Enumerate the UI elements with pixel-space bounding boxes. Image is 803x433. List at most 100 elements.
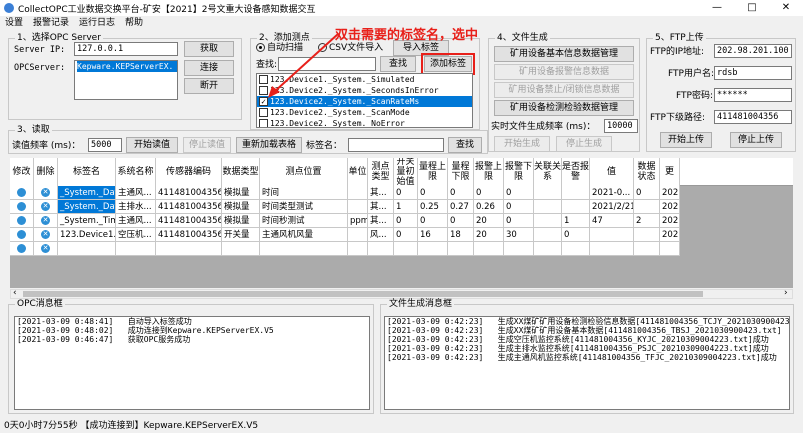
edit-icon[interactable] xyxy=(17,230,26,239)
table-cell[interactable]: 0 xyxy=(394,186,418,200)
column-header[interactable]: 更 xyxy=(660,158,680,186)
column-header[interactable]: 测点位置 xyxy=(260,158,348,186)
table-cell[interactable] xyxy=(534,242,562,256)
table-cell[interactable]: _System._Dat... xyxy=(58,186,116,200)
delete-cell[interactable]: ✕ xyxy=(34,200,58,214)
table-cell[interactable] xyxy=(260,242,348,256)
column-header[interactable]: 是否报警 xyxy=(562,158,590,186)
table-cell[interactable] xyxy=(534,214,562,228)
table-cell[interactable] xyxy=(222,242,260,256)
table-cell[interactable] xyxy=(534,200,562,214)
maximize-button[interactable]: □ xyxy=(735,0,769,16)
stop-upload-button[interactable]: 停止上传 xyxy=(730,132,782,148)
menu-help[interactable]: 帮助 xyxy=(120,16,148,30)
table-cell[interactable]: 1 xyxy=(562,214,590,228)
table-cell[interactable]: ppm xyxy=(348,214,368,228)
column-header[interactable]: 开关量初始值 xyxy=(394,158,418,186)
connect-button[interactable]: 连接 xyxy=(184,60,234,76)
column-header[interactable]: 值 xyxy=(590,158,634,186)
column-header[interactable]: 修改 xyxy=(10,158,34,186)
delete-icon[interactable]: ✕ xyxy=(41,216,50,225)
table-cell[interactable]: 20 xyxy=(474,228,504,242)
table-cell[interactable]: 0 xyxy=(418,186,448,200)
edit-cell[interactable] xyxy=(10,186,34,200)
table-cell[interactable]: 主通风... xyxy=(116,186,156,200)
tagname-search-input[interactable] xyxy=(348,138,444,152)
table-cell[interactable]: 空压机... xyxy=(116,228,156,242)
table-cell[interactable] xyxy=(348,242,368,256)
table-cell[interactable] xyxy=(394,242,418,256)
disconnect-button[interactable]: 断开 xyxy=(184,78,234,94)
points-search-button[interactable]: 查找 xyxy=(380,56,416,72)
table-cell[interactable]: 0 xyxy=(448,186,474,200)
column-header[interactable]: 测点类型 xyxy=(368,158,394,186)
scroll-thumb[interactable] xyxy=(23,291,703,297)
reload-table-button[interactable]: 重新加载表格 xyxy=(236,137,302,153)
table-cell[interactable]: 模拟量 xyxy=(222,214,260,228)
opc-log-box[interactable]: [2021-03-09 0:48:41] 自动导入标签成功 [2021-03-0… xyxy=(14,316,370,410)
edit-cell[interactable] xyxy=(10,228,34,242)
edit-icon[interactable] xyxy=(17,202,26,211)
table-cell[interactable]: 其... xyxy=(368,200,394,214)
table-cell[interactable]: 411481004356... xyxy=(156,186,222,200)
delete-cell[interactable]: ✕ xyxy=(34,228,58,242)
table-cell[interactable]: 2021 xyxy=(660,186,680,200)
column-header[interactable]: 报警上限 xyxy=(474,158,504,186)
ftp-path-input[interactable]: 411481004356 xyxy=(714,110,792,124)
horizontal-scrollbar[interactable]: ‹ › xyxy=(10,288,793,299)
table-cell[interactable] xyxy=(504,242,534,256)
start-upload-button[interactable]: 开始上传 xyxy=(660,132,712,148)
table-cell[interactable]: 123.Device1... xyxy=(58,228,116,242)
forbid-info-button[interactable]: 矿用设备禁止/闭锁信息数据 xyxy=(494,82,634,98)
table-cell[interactable] xyxy=(562,242,590,256)
delete-icon[interactable]: ✕ xyxy=(41,188,50,197)
column-header[interactable]: 删除 xyxy=(34,158,58,186)
table-cell[interactable]: 16 xyxy=(418,228,448,242)
table-cell[interactable]: _System._Tim... xyxy=(58,214,116,228)
table-cell[interactable]: 1 xyxy=(394,200,418,214)
menu-run-log[interactable]: 运行日志 xyxy=(74,16,120,30)
start-read-button[interactable]: 开始读值 xyxy=(126,137,178,153)
table-cell[interactable] xyxy=(58,242,116,256)
table-cell[interactable]: 0 xyxy=(474,186,504,200)
table-cell[interactable]: 2021 xyxy=(660,214,680,228)
table-cell[interactable]: 0 xyxy=(504,214,534,228)
read-freq-input[interactable]: 5000 xyxy=(88,138,122,152)
tag-row-3[interactable]: 123.Device2._System._ScanMode xyxy=(257,107,472,118)
table-cell[interactable]: 时间 xyxy=(260,186,348,200)
opcserver-selected[interactable]: Kepware.KEPServerEX. xyxy=(77,61,177,72)
tag-checkbox[interactable] xyxy=(259,108,268,117)
table-cell[interactable]: 0 xyxy=(634,186,660,200)
stop-read-button[interactable]: 停止读值 xyxy=(183,137,231,153)
table-cell[interactable]: 0 xyxy=(418,214,448,228)
table-cell[interactable] xyxy=(590,228,634,242)
column-header[interactable]: 系统名称 xyxy=(116,158,156,186)
table-cell[interactable]: 2 xyxy=(634,214,660,228)
delete-icon[interactable]: ✕ xyxy=(41,244,50,253)
table-cell[interactable]: 18 xyxy=(448,228,474,242)
tag-checkbox[interactable] xyxy=(259,119,268,127)
table-cell[interactable]: 0 xyxy=(394,214,418,228)
scroll-left-icon[interactable]: ‹ xyxy=(13,288,17,298)
ftp-user-input[interactable]: rdsb xyxy=(714,66,792,80)
table-cell[interactable] xyxy=(348,228,368,242)
table-cell[interactable]: 主通风机风量 xyxy=(260,228,348,242)
edit-icon[interactable] xyxy=(17,216,26,225)
column-header[interactable]: 数据类型 xyxy=(222,158,260,186)
table-cell[interactable]: 模拟量 xyxy=(222,186,260,200)
ftp-pwd-input[interactable]: ****** xyxy=(714,88,792,102)
table-cell[interactable] xyxy=(562,186,590,200)
table-cell[interactable] xyxy=(634,228,660,242)
table-cell[interactable]: 47 xyxy=(590,214,634,228)
menu-settings[interactable]: 设置 xyxy=(0,16,28,30)
delete-icon[interactable]: ✕ xyxy=(41,230,50,239)
basic-info-button[interactable]: 矿用设备基本信息数据管理 xyxy=(494,46,634,62)
start-gen-button[interactable]: 开始生成 xyxy=(494,136,550,152)
table-cell[interactable] xyxy=(634,200,660,214)
table-cell[interactable]: 其... xyxy=(368,186,394,200)
table-cell[interactable] xyxy=(448,242,474,256)
table-cell[interactable]: 0.25 xyxy=(418,200,448,214)
table-cell[interactable]: 0 xyxy=(504,186,534,200)
table-cell[interactable] xyxy=(348,186,368,200)
table-cell[interactable]: 0 xyxy=(448,214,474,228)
